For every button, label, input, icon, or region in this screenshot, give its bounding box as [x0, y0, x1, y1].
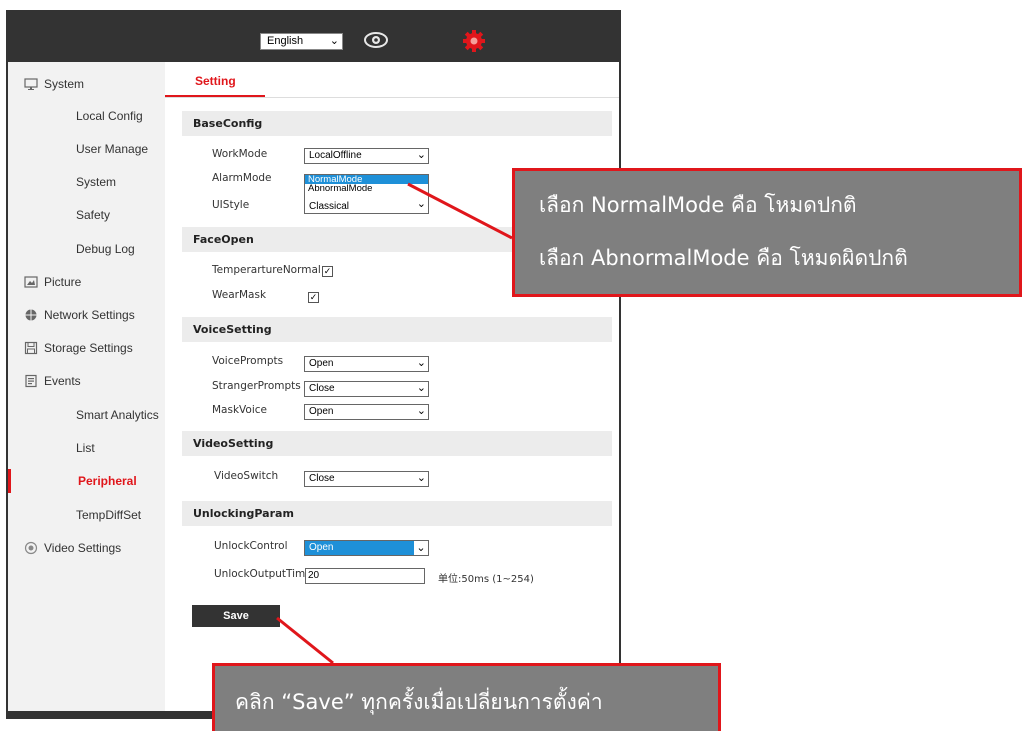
chevron-down-icon: ⌄ — [416, 472, 426, 484]
sidebar-item-label: Peripheral — [78, 474, 137, 488]
tab-divider — [165, 97, 619, 98]
callout-save-note: คลิก “Save” ทุกครั้งเมื่อเปลี่ยนการตั้งค… — [212, 663, 721, 731]
temperature-label: TemperartureNormal — [212, 264, 321, 276]
main-content: Setting BaseConfig WorkMode LocalOffline… — [165, 62, 619, 711]
picture-icon — [24, 276, 38, 288]
unlockoutputtime-input[interactable]: 20 — [305, 568, 425, 584]
sidebar-item-label: Events — [44, 374, 81, 388]
uistyle-select[interactable]: Classical ⌄ — [304, 198, 429, 214]
sidebar-item-label: TempDiffSet — [76, 508, 142, 522]
strangerprompts-value: Close — [309, 383, 335, 394]
strangerprompts-select[interactable]: Close ⌄ — [304, 381, 429, 397]
chevron-down-icon: ⌄ — [416, 149, 426, 161]
videoswitch-select[interactable]: Close ⌄ — [304, 471, 429, 487]
sidebar-item-label: Smart Analytics — [76, 408, 159, 422]
maskvoice-label: MaskVoice — [212, 404, 267, 416]
sidebar-item-system[interactable]: System — [8, 72, 165, 96]
unlockoutputtime-unit: 单位:50ms (1~254) — [438, 574, 534, 585]
unlockcontrol-value: Open — [309, 542, 334, 553]
sidebar-item-label: System — [44, 77, 85, 91]
section-videosetting: VideoSetting — [182, 431, 612, 456]
videoswitch-value: Close — [309, 473, 335, 484]
sidebar-item-label: Video Settings — [44, 541, 122, 555]
voiceprompts-label: VoicePrompts — [212, 355, 284, 367]
sidebar-item-label: Debug Log — [76, 242, 135, 256]
floppy-icon — [24, 341, 38, 355]
wearmask-label: WearMask — [212, 289, 267, 301]
section-unlockingparam: UnlockingParam — [182, 501, 612, 526]
sidebar-item-label: System — [76, 175, 117, 189]
sidebar-item-local-config[interactable]: Local Config — [8, 104, 165, 128]
videoswitch-label: VideoSwitch — [214, 470, 279, 482]
sidebar-item-smart-analytics[interactable]: Smart Analytics — [8, 403, 165, 427]
sidebar-item-events[interactable]: Events — [8, 369, 165, 393]
sidebar-item-user-manage[interactable]: User Manage — [8, 137, 165, 161]
chevron-down-icon: ⌄ — [414, 541, 428, 555]
chevron-down-icon: ⌄ — [416, 198, 426, 210]
language-select[interactable]: English ⌄ — [260, 33, 343, 50]
unlockoutputtime-label: UnlockOutputTime — [214, 568, 312, 580]
sidebar-item-list[interactable]: List — [8, 436, 165, 460]
events-icon — [25, 374, 37, 388]
sidebar-item-label: List — [76, 441, 95, 455]
monitor-icon — [24, 78, 38, 90]
sidebar-item-storage-settings[interactable]: Storage Settings — [8, 336, 165, 360]
sidebar-item-safety[interactable]: Safety — [8, 203, 165, 227]
alarmmode-label: AlarmMode — [212, 172, 272, 184]
workmode-value: LocalOffline — [309, 150, 362, 161]
chevron-down-icon: ⌄ — [416, 357, 426, 369]
sidebar-item-label: Network Settings — [44, 308, 135, 322]
eye-icon[interactable] — [364, 31, 388, 49]
alarmmode-dropdown[interactable]: NormalMode AbnormalMode — [304, 174, 429, 202]
save-button[interactable]: Save — [192, 605, 280, 627]
sidebar-item-network-settings[interactable]: Network Settings — [8, 303, 165, 327]
callout-alarm-mode: เลือก NormalMode คือ โหมดปกติ เลือก Abno… — [512, 168, 1022, 297]
uistyle-label: UIStyle — [212, 199, 250, 211]
sidebar-item-video-settings[interactable]: Video Settings — [8, 536, 165, 560]
sidebar-item-label: Picture — [44, 275, 82, 289]
sidebar-item-system-sub[interactable]: System — [8, 170, 165, 194]
unlockcontrol-label: UnlockControl — [214, 540, 288, 552]
globe-icon — [25, 309, 37, 321]
tab-setting[interactable]: Setting — [195, 74, 236, 88]
section-voicesetting: VoiceSetting — [182, 317, 612, 342]
gear-icon[interactable] — [462, 29, 486, 53]
workmode-select[interactable]: LocalOffline ⌄ — [304, 148, 429, 164]
callout-alarm-mode-line1: เลือก NormalMode คือ โหมดปกติ — [539, 193, 857, 217]
voiceprompts-value: Open — [309, 358, 334, 369]
sidebar-item-label: Local Config — [76, 109, 143, 123]
sidebar-item-picture[interactable]: Picture — [8, 270, 165, 294]
sidebar: System Local Config User Manage System S… — [8, 62, 165, 711]
top-bar: English ⌄ — [6, 10, 621, 62]
chevron-down-icon: ⌄ — [329, 35, 339, 47]
section-baseconfig: BaseConfig — [182, 111, 612, 136]
callout-alarm-mode-line2: เลือก AbnormalMode คือ โหมดผิดปกติ — [539, 246, 908, 270]
video-icon — [24, 541, 38, 555]
uistyle-value: Classical — [309, 201, 350, 212]
maskvoice-select[interactable]: Open ⌄ — [304, 404, 429, 420]
alarmmode-option-abnormal[interactable]: AbnormalMode — [305, 184, 428, 194]
voiceprompts-select[interactable]: Open ⌄ — [304, 356, 429, 372]
sidebar-item-debug-log[interactable]: Debug Log — [8, 237, 165, 261]
sidebar-item-label: User Manage — [76, 142, 149, 156]
sidebar-item-tempdiffset[interactable]: TempDiffSet — [8, 503, 165, 527]
chevron-down-icon: ⌄ — [416, 405, 426, 417]
strangerprompts-label: StrangerPrompts — [212, 380, 301, 392]
callout-save-note-text: คลิก “Save” ทุกครั้งเมื่อเปลี่ยนการตั้งค… — [235, 690, 603, 714]
sidebar-item-peripheral[interactable]: Peripheral — [8, 469, 165, 493]
language-select-value: English — [267, 35, 304, 47]
maskvoice-value: Open — [309, 406, 334, 417]
page: English ⌄ System Local Config User Manag… — [0, 0, 1022, 731]
sidebar-item-label: Storage Settings — [44, 341, 133, 355]
temperature-checkbox[interactable]: ✓ — [322, 266, 333, 277]
wearmask-checkbox[interactable]: ✓ — [308, 292, 319, 303]
sidebar-item-label: Safety — [76, 208, 111, 222]
chevron-down-icon: ⌄ — [416, 382, 426, 394]
workmode-label: WorkMode — [212, 148, 268, 160]
unlockcontrol-select[interactable]: Open ⌄ — [304, 540, 429, 556]
